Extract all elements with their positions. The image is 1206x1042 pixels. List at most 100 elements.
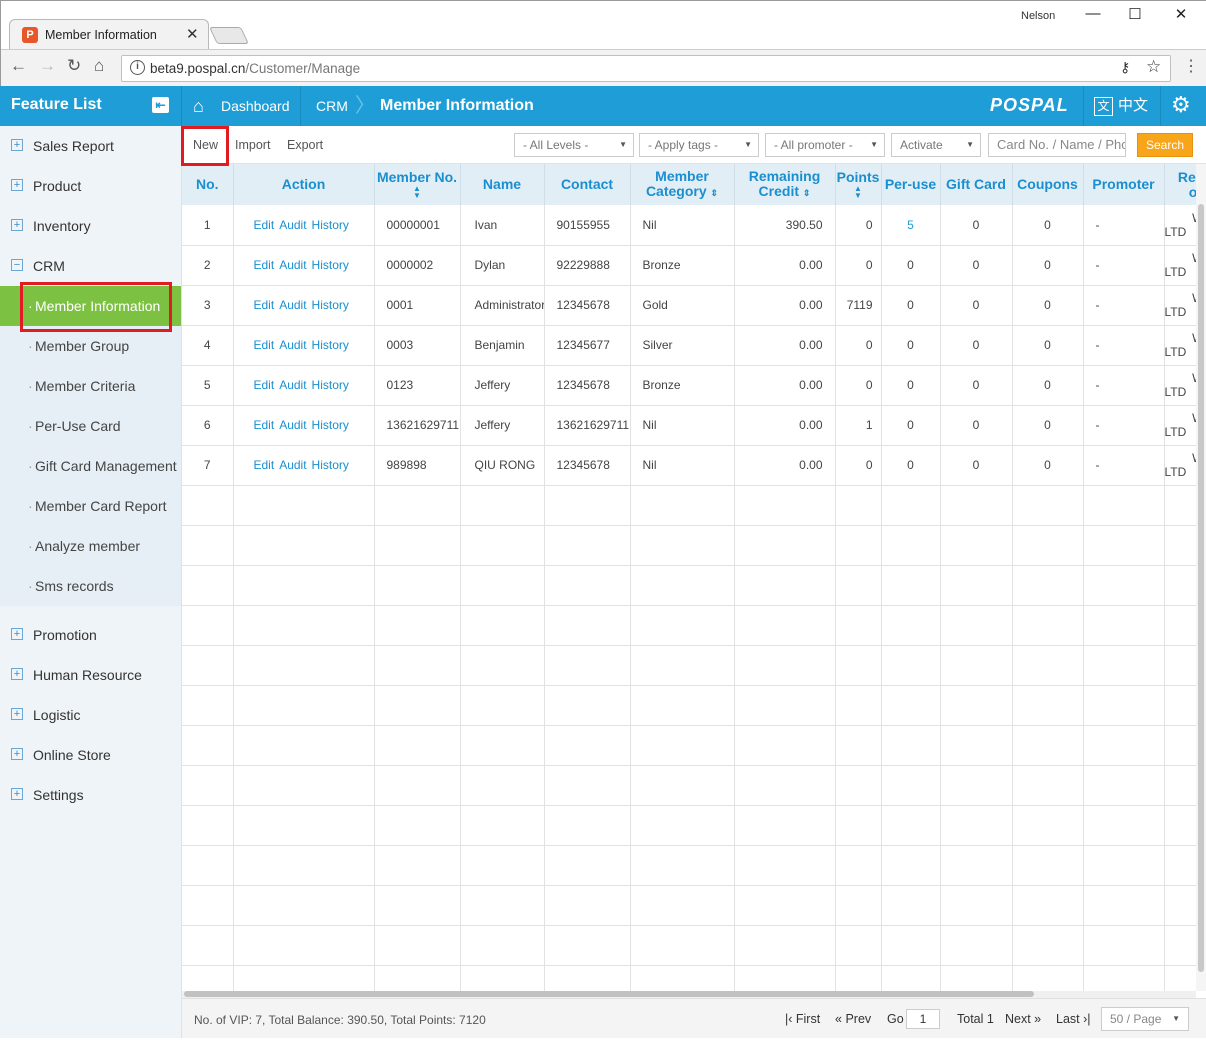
- bookmark-star-icon[interactable]: ☆: [1146, 57, 1161, 77]
- empty-cell: [1083, 925, 1165, 966]
- bullet-dot: ·: [28, 458, 33, 474]
- info-icon[interactable]: i: [130, 60, 145, 75]
- prev-page-button[interactable]: « Prev: [835, 1012, 871, 1026]
- activate-select[interactable]: Activate ▼: [891, 133, 981, 157]
- history-link[interactable]: History: [312, 458, 349, 472]
- edit-link[interactable]: Edit: [254, 258, 275, 272]
- edit-link[interactable]: Edit: [254, 338, 275, 352]
- sidebar-item-settings[interactable]: + Settings: [0, 775, 181, 815]
- history-link[interactable]: History: [312, 338, 349, 352]
- breadcrumb-divider: [300, 86, 301, 126]
- empty-cell: [460, 925, 545, 966]
- browser-tab[interactable]: P Member Information ✕: [9, 19, 209, 49]
- new-tab-button[interactable]: [209, 27, 249, 44]
- last-page-button[interactable]: Last ›|: [1056, 1012, 1091, 1026]
- last-page-icon: ›|: [1079, 1012, 1091, 1026]
- sidebar-item-product[interactable]: + Product: [0, 166, 181, 206]
- promoter-select[interactable]: - All promoter - ▼: [765, 133, 885, 157]
- scrollbar-thumb[interactable]: [1198, 204, 1204, 972]
- vertical-scrollbar[interactable]: [1196, 164, 1206, 991]
- import-button[interactable]: Import: [235, 138, 270, 152]
- empty-cell: [835, 605, 882, 646]
- empty-cell: [1012, 645, 1084, 686]
- home-outline-icon[interactable]: ⌂: [193, 86, 204, 126]
- edit-link[interactable]: Edit: [254, 418, 275, 432]
- history-link[interactable]: History: [312, 218, 349, 232]
- audit-link[interactable]: Audit: [279, 418, 306, 432]
- forward-arrow-icon[interactable]: →: [39, 56, 56, 76]
- collapse-sidebar-icon[interactable]: ⇤: [152, 97, 169, 113]
- sidebar-subitem-member-group[interactable]: · Member Group: [0, 326, 181, 366]
- edit-link[interactable]: Edit: [254, 378, 275, 392]
- home-icon[interactable]: ⌂: [94, 56, 104, 76]
- col-header-points[interactable]: Points ▲ ▼: [835, 164, 882, 205]
- sidebar-item-logistic[interactable]: + Logistic: [0, 695, 181, 735]
- cell-member-no: 13621629711: [374, 405, 461, 446]
- col-header-remaining-credit[interactable]: Remaining Credit ⇕: [734, 164, 836, 205]
- empty-cell: [182, 925, 234, 966]
- col-header-member-category[interactable]: Member Category ⇕: [630, 164, 735, 205]
- sort-icon[interactable]: ▲ ▼: [837, 185, 880, 200]
- breadcrumb-crm[interactable]: CRM: [316, 86, 348, 126]
- sidebar-item-online-store[interactable]: + Online Store: [0, 735, 181, 775]
- empty-cell: [940, 725, 1013, 766]
- sort-icon[interactable]: ⇕: [711, 188, 719, 198]
- breadcrumb-dashboard[interactable]: Dashboard: [221, 86, 290, 126]
- history-link[interactable]: History: [312, 418, 349, 432]
- audit-link[interactable]: Audit: [279, 298, 306, 312]
- empty-cell: [544, 485, 631, 526]
- search-button[interactable]: Search: [1137, 133, 1193, 157]
- edit-link[interactable]: Edit: [254, 458, 275, 472]
- sidebar-subitem-member-criteria[interactable]: · Member Criteria: [0, 366, 181, 406]
- audit-link[interactable]: Audit: [279, 258, 306, 272]
- sidebar-item-human-resource[interactable]: + Human Resource: [0, 655, 181, 695]
- horizontal-scrollbar[interactable]: [182, 991, 1196, 998]
- minimize-icon[interactable]: —: [1083, 5, 1103, 22]
- history-link[interactable]: History: [312, 298, 349, 312]
- audit-link[interactable]: Audit: [279, 458, 306, 472]
- close-window-icon[interactable]: ✕: [1171, 5, 1191, 23]
- cell-per-use: 0: [881, 365, 941, 406]
- scrollbar-thumb[interactable]: [184, 991, 1034, 997]
- sidebar-item-inventory[interactable]: + Inventory: [0, 206, 181, 246]
- language-switch[interactable]: 文中文: [1094, 94, 1148, 116]
- sidebar-subitem-sms-records[interactable]: · Sms records: [0, 566, 181, 606]
- audit-link[interactable]: Audit: [279, 338, 306, 352]
- per-page-select[interactable]: 50 / Page ▼: [1101, 1007, 1189, 1031]
- sidebar-item-sales-report[interactable]: + Sales Report: [0, 126, 181, 166]
- edit-link[interactable]: Edit: [254, 298, 275, 312]
- sort-icon[interactable]: ⇕: [803, 188, 811, 198]
- levels-select[interactable]: - All Levels - ▼: [514, 133, 634, 157]
- region-line: WEE: [1165, 251, 1196, 265]
- reload-icon[interactable]: ↻: [67, 56, 81, 76]
- search-input[interactable]: Card No. / Name / Phone: [988, 133, 1126, 157]
- col-header-member-no[interactable]: Member No. ▲ ▼: [374, 164, 461, 205]
- close-tab-icon[interactable]: ✕: [186, 25, 199, 43]
- empty-cell: [182, 725, 234, 766]
- profile-name[interactable]: Nelson: [1021, 10, 1055, 22]
- key-icon[interactable]: ⚷: [1120, 59, 1130, 76]
- back-arrow-icon[interactable]: ←: [10, 56, 27, 76]
- browser-menu-icon[interactable]: ⋮: [1183, 56, 1199, 76]
- sidebar-item-promotion[interactable]: + Promotion: [0, 615, 181, 655]
- history-link[interactable]: History: [312, 378, 349, 392]
- next-page-button[interactable]: Next »: [1005, 1012, 1041, 1026]
- audit-link[interactable]: Audit: [279, 378, 306, 392]
- sort-icon[interactable]: ▲ ▼: [376, 185, 459, 200]
- export-button[interactable]: Export: [287, 138, 323, 152]
- audit-link[interactable]: Audit: [279, 218, 306, 232]
- sidebar-item-crm[interactable]: − CRM: [0, 246, 181, 286]
- first-page-button[interactable]: |‹ First: [785, 1012, 820, 1026]
- edit-link[interactable]: Edit: [254, 218, 275, 232]
- history-link[interactable]: History: [312, 258, 349, 272]
- empty-cell: [1083, 605, 1165, 646]
- sidebar-subitem-analyze-member[interactable]: · Analyze member: [0, 526, 181, 566]
- address-bar[interactable]: i beta9.pospal.cn/Customer/Manage ⚷ ☆: [121, 55, 1171, 82]
- gear-icon[interactable]: ⚙: [1171, 92, 1191, 118]
- page-number-input[interactable]: 1: [906, 1009, 940, 1029]
- sidebar-subitem-per-use-card[interactable]: · Per-Use Card: [0, 406, 181, 446]
- sidebar-subitem-member-card-report[interactable]: · Member Card Report: [0, 486, 181, 526]
- maximize-icon[interactable]: ☐: [1125, 5, 1145, 23]
- tags-select[interactable]: - Apply tags - ▼: [639, 133, 759, 157]
- sidebar-subitem-gift-card-management[interactable]: · Gift Card Management: [0, 446, 181, 486]
